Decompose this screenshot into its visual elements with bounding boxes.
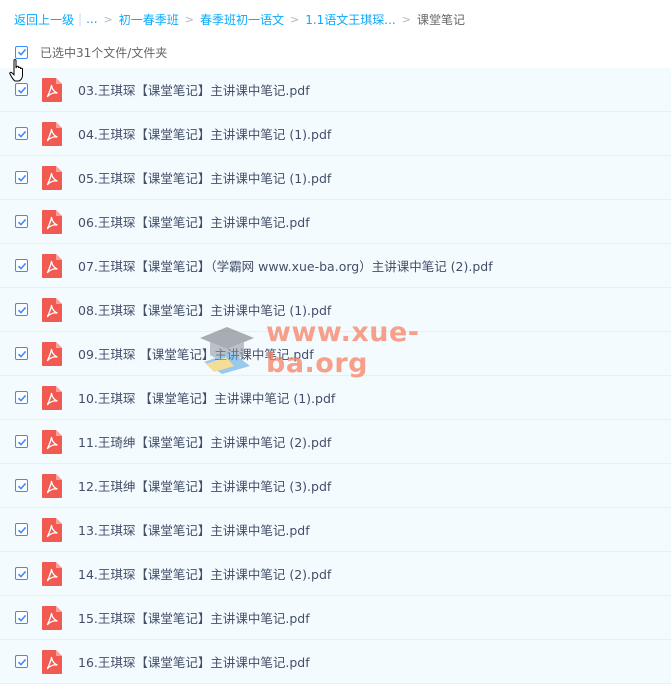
file-name[interactable]: 08.王琪琛【课堂笔记】主讲课中笔记 (1).pdf [78,300,331,319]
pdf-file-icon [41,297,63,323]
file-row[interactable]: 09.王琪琛 【课堂笔记】主讲课中笔记.pdf [0,332,671,376]
pdf-file-icon [41,605,63,631]
breadcrumb-separator: > [289,12,300,26]
breadcrumb-separator: > [184,12,194,26]
checkmark-icon [17,86,26,94]
file-row[interactable]: 06.王琪琛【课堂笔记】主讲课中笔记.pdf [0,200,671,244]
breadcrumb-item-2[interactable]: 春季班初一语文 [200,11,284,28]
pdf-file-icon [41,429,63,455]
pdf-file-icon [41,209,63,235]
file-name[interactable]: 09.王琪琛 【课堂笔记】主讲课中笔记.pdf [78,344,314,363]
file-checkbox[interactable] [15,171,28,184]
pdf-file-icon [41,341,63,367]
file-row[interactable]: 04.王琪琛【课堂笔记】主讲课中笔记 (1).pdf [0,112,671,156]
file-row[interactable]: 15.王琪琛【课堂笔记】主讲课中笔记.pdf [0,596,671,640]
pdf-file-icon [41,561,63,587]
checkmark-icon [17,394,26,402]
pdf-file-icon [41,77,63,103]
checkmark-icon [17,350,26,358]
pdf-file-icon [41,473,63,499]
file-name[interactable]: 15.王琪琛【课堂笔记】主讲课中笔记.pdf [78,608,310,627]
file-name[interactable]: 12.王琪绅【课堂笔记】主讲课中笔记 (3).pdf [78,476,331,495]
select-all-checkbox[interactable] [15,45,28,59]
checkmark-icon [17,438,26,446]
breadcrumb-ellipsis[interactable]: ... [86,12,97,26]
file-checkbox[interactable] [15,479,28,492]
file-checkbox[interactable] [15,347,28,360]
pdf-file-icon [41,253,63,279]
file-name[interactable]: 11.王琦绅【课堂笔记】主讲课中笔记 (2).pdf [78,432,331,451]
file-name[interactable]: 05.王琪琛【课堂笔记】主讲课中笔记 (1).pdf [78,168,331,187]
file-row[interactable]: 13.王琪琛【课堂笔记】主讲课中笔记.pdf [0,508,671,552]
pdf-file-icon [41,649,63,675]
file-row[interactable]: 05.王琪琛【课堂笔记】主讲课中笔记 (1).pdf [0,156,671,200]
checkmark-icon [17,526,26,534]
checkmark-icon [17,658,26,666]
selection-bar: 已选中31个文件/文件夹 [0,38,671,66]
checkmark-icon [17,262,26,270]
breadcrumb-separator: > [103,12,113,26]
file-row[interactable]: 03.王琪琛【课堂笔记】主讲课中笔记.pdf [0,68,671,112]
checkmark-icon [17,306,26,314]
breadcrumb-separator: > [401,12,411,26]
file-checkbox[interactable] [15,215,28,228]
pdf-file-icon [41,165,63,191]
hand-pointer-icon [9,59,23,82]
file-name[interactable]: 06.王琪琛【课堂笔记】主讲课中笔记.pdf [78,212,310,231]
checkmark-icon [17,48,26,56]
file-name[interactable]: 13.王琪琛【课堂笔记】主讲课中笔记.pdf [78,520,310,539]
file-checkbox[interactable] [15,611,28,624]
checkmark-icon [17,482,26,490]
file-row[interactable]: 08.王琪琛【课堂笔记】主讲课中笔记 (1).pdf [0,288,671,332]
file-row[interactable]: 14.王琪琛【课堂笔记】主讲课中笔记 (2).pdf [0,552,671,596]
file-name[interactable]: 14.王琪琛【课堂笔记】主讲课中笔记 (2).pdf [78,564,331,583]
file-row[interactable]: 16.王琪琛【课堂笔记】主讲课中笔记.pdf [0,640,671,684]
breadcrumb: 返回上一级 | ... > 初一春季班 > 春季班初一语文 > 1.1语文王琪琛… [14,10,465,28]
file-checkbox[interactable] [15,523,28,536]
file-list: 03.王琪琛【课堂笔记】主讲课中笔记.pdf 04.王琪琛【课堂笔记】主讲课中笔… [0,68,671,684]
file-row[interactable]: 12.王琪绅【课堂笔记】主讲课中笔记 (3).pdf [0,464,671,508]
checkmark-icon [17,570,26,578]
back-link[interactable]: 返回上一级 [14,11,74,28]
file-name[interactable]: 03.王琪琛【课堂笔记】主讲课中笔记.pdf [78,80,310,99]
file-row[interactable]: 11.王琦绅【课堂笔记】主讲课中笔记 (2).pdf [0,420,671,464]
file-checkbox[interactable] [15,435,28,448]
checkmark-icon [17,174,26,182]
file-checkbox[interactable] [15,391,28,404]
file-row[interactable]: 07.王琪琛【课堂笔记】（学霸网 www.xue-ba.org）主讲课中笔记 (… [0,244,671,288]
file-checkbox[interactable] [15,127,28,140]
selection-count: 已选中31个文件/文件夹 [40,45,168,60]
pdf-file-icon [41,517,63,543]
breadcrumb-current: 课堂笔记 [416,12,465,27]
checkmark-icon [17,130,26,138]
file-checkbox[interactable] [15,303,28,316]
breadcrumb-item-1[interactable]: 初一春季班 [119,11,179,28]
checkmark-icon [17,614,26,622]
file-name[interactable]: 16.王琪琛【课堂笔记】主讲课中笔记.pdf [78,652,310,671]
file-name[interactable]: 04.王琪琛【课堂笔记】主讲课中笔记 (1).pdf [78,124,331,143]
file-checkbox[interactable] [15,655,28,668]
file-name[interactable]: 07.王琪琛【课堂笔记】（学霸网 www.xue-ba.org）主讲课中笔记 (… [78,256,493,275]
file-checkbox[interactable] [15,259,28,272]
breadcrumb-divider: | [78,12,83,26]
file-checkbox[interactable] [15,83,28,96]
pdf-file-icon [41,121,63,147]
file-checkbox[interactable] [15,567,28,580]
pdf-file-icon [41,385,63,411]
file-row[interactable]: 10.王琪琛 【课堂笔记】主讲课中笔记 (1).pdf [0,376,671,420]
checkmark-icon [17,218,26,226]
file-name[interactable]: 10.王琪琛 【课堂笔记】主讲课中笔记 (1).pdf [78,388,335,407]
breadcrumb-item-3[interactable]: 1.1语文王琪琛... [305,11,396,28]
